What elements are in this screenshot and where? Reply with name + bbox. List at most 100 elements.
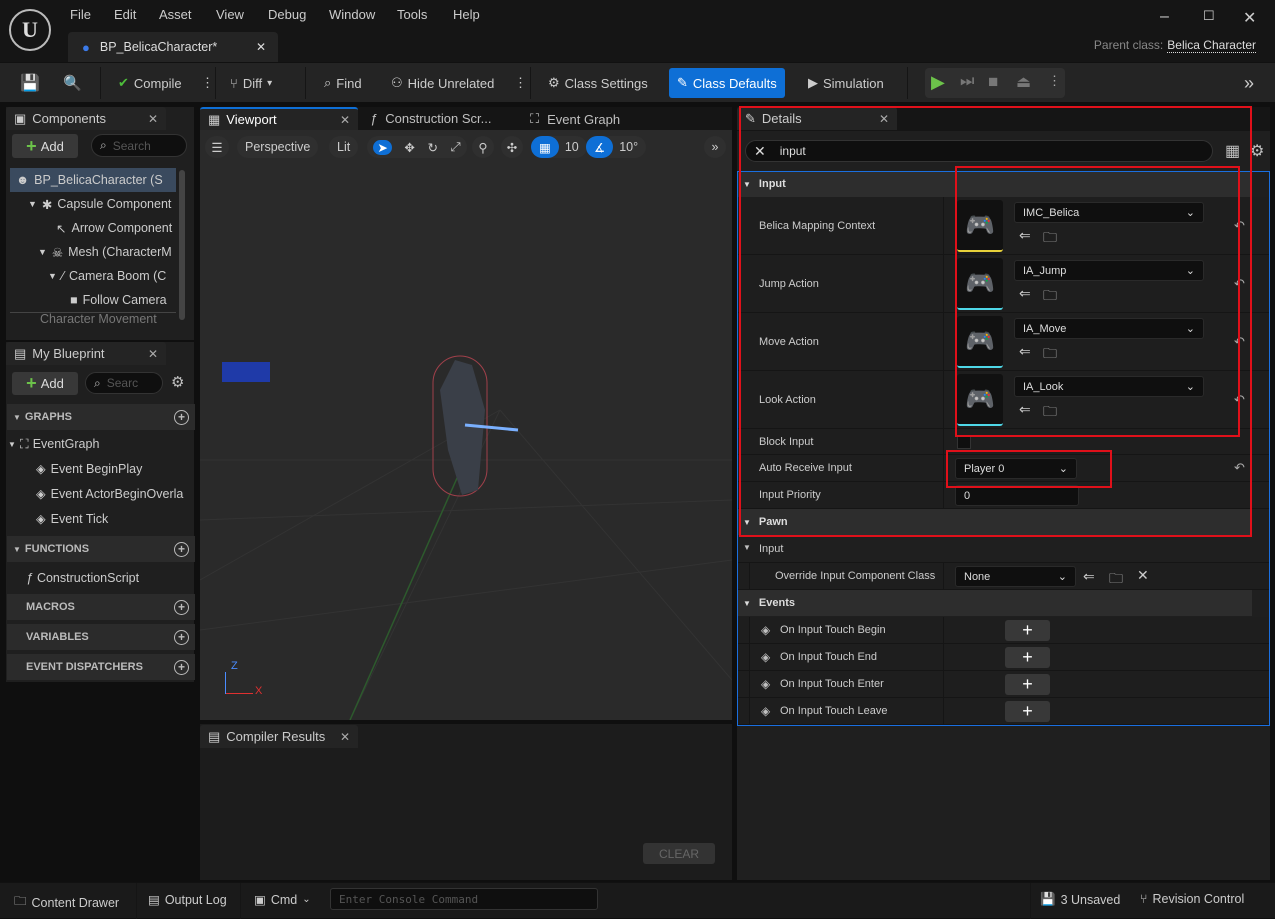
simulation-button[interactable]: ▶ Simulation <box>802 71 890 95</box>
tree-item-mesh[interactable]: ▼ ☠ Mesh (CharacterM <box>10 240 176 264</box>
add-event-button[interactable]: + <box>1005 701 1050 722</box>
class-settings-button[interactable]: ⚙ Class Settings <box>542 71 654 95</box>
diff-button[interactable]: ⑂ Diff ▾ <box>224 71 278 95</box>
unsaved-button[interactable]: 💾 3 Unsaved <box>1040 892 1120 907</box>
reset-to-default-icon[interactable]: ↶ <box>1234 334 1245 350</box>
minimize-icon[interactable]: – <box>1160 8 1169 26</box>
add-event-button[interactable]: + <box>1005 647 1050 668</box>
my-blueprint-tab[interactable]: ▤ My Blueprint ✕ <box>6 342 166 365</box>
close-icon[interactable]: ✕ <box>879 112 889 126</box>
hide-unrelated-button[interactable]: ⚇ Hide Unrelated <box>385 71 500 95</box>
close-icon[interactable]: ✕ <box>148 347 158 361</box>
table-view-icon[interactable]: ▦ <box>1225 141 1240 161</box>
compile-button[interactable]: ✔ Compile <box>112 71 188 95</box>
overflow-icon[interactable]: » <box>1238 71 1260 95</box>
use-selected-icon[interactable]: ⇐ <box>1019 401 1031 418</box>
compile-options-icon[interactable]: ⋮ <box>195 71 220 95</box>
use-selected-icon[interactable]: ⇐ <box>1019 285 1031 302</box>
close-icon[interactable]: ✕ <box>340 730 350 744</box>
menu-help[interactable]: Help <box>453 7 480 22</box>
close-icon[interactable]: ✕ <box>340 113 350 127</box>
perspective-button[interactable]: Perspective <box>237 136 319 158</box>
menu-window[interactable]: Window <box>329 7 375 22</box>
console-command-input[interactable]: Enter Console Command <box>330 888 598 910</box>
stop-icon[interactable]: ■ <box>988 72 998 92</box>
auto-receive-input-dropdown[interactable]: Player 0 ⌄ <box>955 458 1077 479</box>
close-tab-icon[interactable]: ✕ <box>256 40 266 54</box>
add-function-icon[interactable]: + <box>174 541 189 557</box>
menu-edit[interactable]: Edit <box>114 7 136 22</box>
viewport-3d[interactable]: Z X <box>199 160 733 721</box>
document-tab[interactable]: ● BP_BelicaCharacter* ✕ <box>68 32 278 62</box>
asset-picker-dropdown[interactable]: IA_Look ⌄ <box>1014 376 1204 397</box>
input-priority-field[interactable]: 0 <box>955 485 1079 506</box>
tree-item-movement[interactable]: Character Movement <box>10 312 176 326</box>
play-options-icon[interactable]: ⋮ <box>1048 73 1061 89</box>
add-event-button[interactable]: + <box>1005 674 1050 695</box>
asset-picker-dropdown[interactable]: IA_Jump ⌄ <box>1014 260 1204 281</box>
find-button[interactable]: ⌕ Find <box>318 71 368 95</box>
menu-tools[interactable]: Tools <box>397 7 427 22</box>
section-macros[interactable]: MACROS + <box>7 594 195 620</box>
components-search-input[interactable]: ⌕ Search <box>91 134 187 157</box>
tab-event-graph[interactable]: ⛶ Event Graph <box>530 111 620 127</box>
browse-asset-icon[interactable]: 🗀 <box>1043 401 1057 425</box>
reset-to-default-icon[interactable]: ↶ <box>1234 218 1245 234</box>
output-log-button[interactable]: ▤ Output Log <box>148 892 227 908</box>
section-functions[interactable]: ▼ FUNCTIONS + <box>7 536 195 562</box>
section-variables[interactable]: VARIABLES + <box>7 624 195 650</box>
block-input-checkbox[interactable] <box>957 435 971 449</box>
clear-button[interactable]: CLEAR <box>643 843 715 864</box>
mapping-context-thumbnail[interactable]: 🎮 <box>957 200 1003 252</box>
tree-item-event[interactable]: ◈ Event Tick <box>8 506 194 531</box>
menu-debug[interactable]: Debug <box>268 7 306 22</box>
save-icon[interactable]: 💾 <box>14 71 46 95</box>
reset-to-default-icon[interactable]: ↶ <box>1234 276 1245 292</box>
use-selected-icon[interactable]: ⇐ <box>1083 568 1095 585</box>
rotate-icon[interactable]: ↻ <box>428 140 438 155</box>
move-icon[interactable]: ✥ <box>404 140 414 155</box>
tree-item-event[interactable]: ◈ Event ActorBeginOverla <box>8 481 194 506</box>
browse-asset-icon[interactable]: 🗀 <box>1043 343 1057 367</box>
subsection-pawn-input[interactable]: ▼ Input <box>737 536 1270 563</box>
tree-item-event-graph[interactable]: ▼ ⛶ EventGraph <box>8 432 194 456</box>
settings-gear-icon[interactable]: ⚙ <box>171 373 184 391</box>
use-selected-icon[interactable]: ⇐ <box>1019 227 1031 244</box>
tree-item-arrow[interactable]: ↖ Arrow Component <box>10 216 176 240</box>
menu-view[interactable]: View <box>216 7 244 22</box>
browse-asset-icon[interactable]: 🗀 <box>1109 568 1123 592</box>
input-action-thumbnail[interactable]: 🎮 <box>957 316 1003 368</box>
add-component-button[interactable]: + Add <box>12 134 78 158</box>
asset-picker-dropdown[interactable]: IMC_Belica ⌄ <box>1014 202 1204 223</box>
viewport-menu-icon[interactable]: ☰ <box>205 136 229 158</box>
content-drawer-button[interactable]: 🗀 Content Drawer <box>14 892 119 913</box>
step-icon[interactable]: ⏭ <box>960 73 974 91</box>
use-selected-icon[interactable]: ⇐ <box>1019 343 1031 360</box>
input-action-thumbnail[interactable]: 🎮 <box>957 258 1003 310</box>
add-variable-icon[interactable]: + <box>174 629 189 645</box>
add-graph-icon[interactable]: + <box>174 409 189 425</box>
browse-asset-icon[interactable]: 🗀 <box>1043 285 1057 309</box>
tab-details[interactable]: ✎ Details ✕ <box>737 107 897 130</box>
tab-construction-script[interactable]: ƒ Construction Scr... <box>370 111 491 126</box>
menu-file[interactable]: File <box>70 7 91 22</box>
viewport-overflow-icon[interactable]: » <box>704 136 726 158</box>
section-event-dispatchers[interactable]: EVENT DISPATCHERS + <box>7 654 195 680</box>
clear-search-icon[interactable]: ✕ <box>754 143 766 160</box>
reset-to-default-icon[interactable]: ↶ <box>1234 460 1245 476</box>
close-icon[interactable]: ✕ <box>148 112 158 126</box>
browse-icon[interactable]: 🔍 <box>57 71 88 95</box>
tree-item-camera-boom[interactable]: ▼ ⁄ Camera Boom (C <box>10 264 176 288</box>
add-dispatcher-icon[interactable]: + <box>174 659 189 675</box>
add-macro-icon[interactable]: + <box>174 599 189 615</box>
override-input-class-dropdown[interactable]: None ⌄ <box>955 566 1076 587</box>
blueprint-search-input[interactable]: ⌕ Searc <box>85 372 163 394</box>
surface-snap-icon[interactable]: ⚲ <box>472 136 494 158</box>
settings-gear-icon[interactable]: ⚙ <box>1250 141 1264 161</box>
maximize-icon[interactable]: ☐ <box>1203 8 1215 24</box>
asset-picker-dropdown[interactable]: IA_Move ⌄ <box>1014 318 1204 339</box>
eject-icon[interactable]: ⏏ <box>1016 72 1031 92</box>
grid-snap-button[interactable]: ▦ 10 <box>531 136 587 158</box>
browse-asset-icon[interactable]: 🗀 <box>1043 227 1057 251</box>
close-window-icon[interactable]: ✕ <box>1243 8 1256 28</box>
